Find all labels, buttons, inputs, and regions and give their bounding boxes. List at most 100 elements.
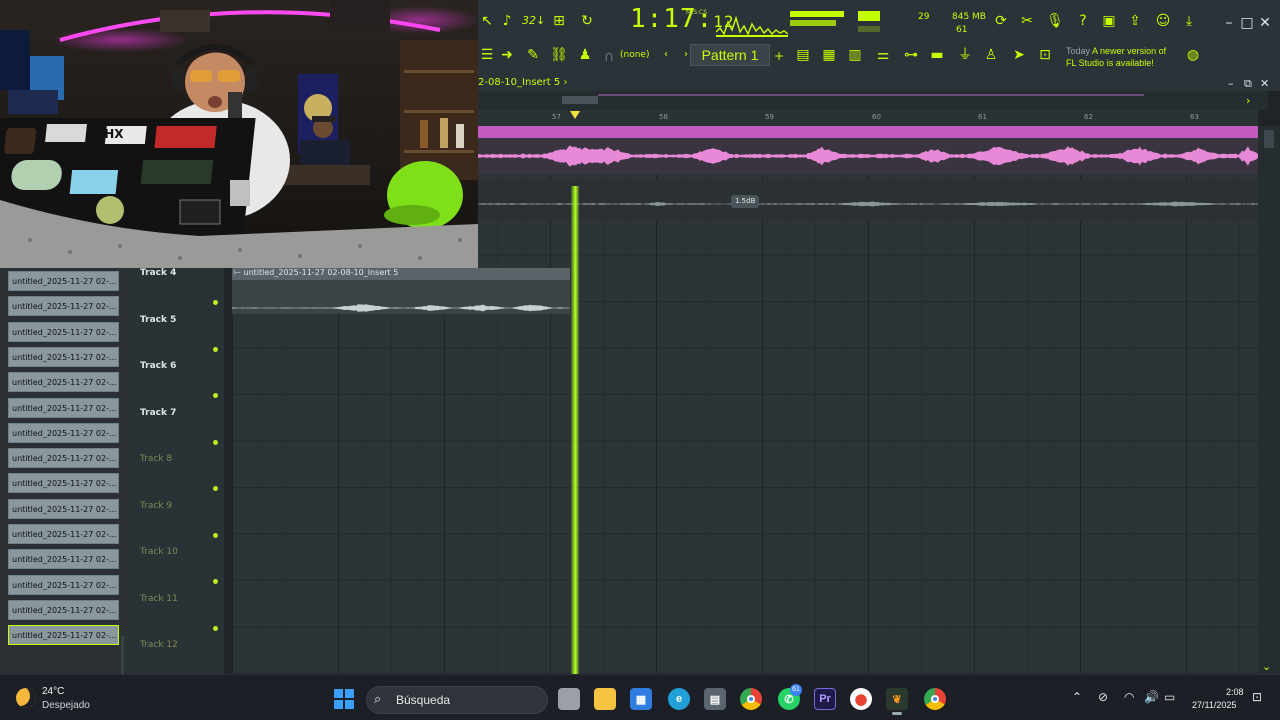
add-pattern-icon[interactable]: + — [774, 49, 784, 63]
pattern-list-item[interactable]: untitled_2025-11-27 02-... — [8, 448, 119, 469]
task-view-icon[interactable] — [558, 688, 580, 710]
pattern-list-item[interactable]: untitled_2025-11-27 02-... — [8, 574, 119, 595]
pattern-list-item[interactable]: untitled_2025-11-27 02-... — [8, 271, 119, 291]
track-header[interactable]: Track 4 — [124, 266, 224, 313]
track-enable-led[interactable] — [213, 439, 218, 445]
save-icon[interactable]: ▣ — [1100, 12, 1118, 30]
download-icon[interactable]: ⤓ — [1180, 12, 1198, 30]
pattern-list-item[interactable]: untitled_2025-11-27 02-... — [8, 549, 119, 570]
track-name[interactable]: Track 11 — [140, 594, 178, 604]
track-header[interactable]: Track 5 — [124, 313, 224, 360]
track-enable-led[interactable] — [213, 346, 218, 352]
stamp-icon[interactable]: ♟ — [576, 46, 594, 64]
wifi-icon[interactable]: ◠ — [1124, 690, 1134, 704]
tempo-display[interactable]: 32↓ — [522, 14, 545, 27]
link-icon[interactable]: ⛓ — [550, 46, 568, 64]
piano-roll-icon[interactable]: ▦ — [820, 46, 838, 64]
horizontal-scrollbar[interactable] — [478, 91, 1268, 110]
track-enable-led[interactable] — [213, 532, 218, 538]
clock-date[interactable]: 27/11/2025 — [1192, 700, 1236, 710]
track-header[interactable]: Track 6 — [124, 359, 224, 406]
help-icon[interactable]: ? — [1074, 12, 1092, 30]
news-panel[interactable]: Today A newer version of FL Studio is av… — [1066, 45, 1166, 69]
track-name[interactable]: Track 4 — [140, 268, 176, 278]
maps-icon[interactable]: ⬤ — [850, 688, 872, 710]
master-volume-bar[interactable] — [790, 11, 844, 17]
track-enable-led[interactable] — [213, 625, 218, 631]
pattern-selector[interactable]: Pattern 1 — [690, 44, 770, 66]
track-name[interactable]: Track 12 — [140, 640, 178, 650]
scroll-thumb[interactable] — [562, 96, 598, 104]
search-placeholder[interactable]: Búsqueda — [396, 693, 450, 707]
chrome-profile-icon[interactable] — [924, 688, 946, 710]
track-header[interactable]: Track 7 — [124, 406, 224, 453]
tray-chevron-icon[interactable]: ⌃ — [1072, 690, 1082, 704]
pattern-list-item[interactable]: untitled_2025-11-27 02-... — [8, 321, 119, 342]
track-enable-led[interactable] — [213, 486, 218, 491]
playlist-restore-icon[interactable]: ⧉ — [1244, 77, 1252, 91]
export-icon[interactable]: ⇪ — [1126, 12, 1144, 30]
master-pitch-bar[interactable] — [790, 20, 836, 26]
close-icon[interactable]: ✕ — [1256, 14, 1274, 32]
globe-icon[interactable]: ◍ — [1184, 46, 1202, 64]
chrome-icon[interactable] — [740, 688, 762, 710]
battery-icon[interactable]: ▭ — [1164, 690, 1175, 704]
track-enable-led[interactable] — [213, 579, 218, 584]
track-name[interactable]: Track 9 — [140, 501, 172, 511]
pattern-list-item[interactable]: untitled_2025-11-27 02-... — [8, 473, 119, 494]
mixer-icon[interactable]: ⚌ — [874, 46, 892, 64]
track-enable-led[interactable] — [213, 393, 218, 398]
clock-time[interactable]: 2:08 — [1226, 687, 1244, 697]
pattern-list-item[interactable]: untitled_2025-11-27 02-... — [8, 498, 119, 519]
send-icon[interactable]: ➤ — [1010, 46, 1028, 64]
channel-rack-icon[interactable]: ▥ — [846, 46, 864, 64]
playhead-marker[interactable] — [570, 111, 580, 119]
time-ruler[interactable]: 57 58 59 60 61 62 63 — [478, 110, 1258, 126]
loop-record-icon[interactable]: ↻ — [578, 12, 596, 30]
paint-icon[interactable]: ✎ — [524, 46, 542, 64]
vertical-scroll-down-icon[interactable]: ⌄ — [1262, 660, 1271, 673]
file-icon[interactable]: ▬ — [928, 46, 946, 64]
pattern-list-item[interactable]: untitled_2025-11-27 02-... — [8, 599, 119, 620]
pattern-list-item[interactable]: untitled_2025-11-27 02-... — [8, 397, 119, 418]
track-name[interactable]: Track 7 — [140, 408, 176, 418]
file-explorer-icon[interactable] — [594, 688, 616, 710]
pattern-list-item[interactable]: untitled_2025-11-27 02-... — [8, 372, 119, 393]
track-header[interactable]: Track 8 — [124, 452, 224, 499]
cursor-icon[interactable]: ↖ — [478, 12, 496, 30]
vertical-scroll-thumb[interactable] — [1264, 130, 1274, 148]
track-header[interactable]: Track 9 — [124, 499, 224, 546]
track-name[interactable]: Track 6 — [140, 361, 176, 371]
snipping-icon[interactable]: ▤ — [704, 688, 726, 710]
pattern-list-item[interactable]: untitled_2025-11-27 02-... — [8, 524, 119, 544]
weather-moon-icon[interactable] — [16, 688, 36, 708]
fl-studio-icon[interactable]: ❦ — [886, 688, 908, 710]
person-icon[interactable]: ♙ — [982, 46, 1000, 64]
playlist-close-icon[interactable]: ✕ — [1260, 77, 1269, 90]
audio-clip-insert5[interactable] — [478, 126, 1258, 174]
weather-condition[interactable]: Despejado — [42, 700, 90, 711]
snap-select[interactable]: (none) — [620, 50, 649, 60]
notifications-muted-icon[interactable]: ⊘ — [1098, 690, 1108, 704]
taskbar-search[interactable] — [366, 686, 548, 714]
step-edit-icon[interactable]: ⊞ — [550, 12, 568, 30]
cut-icon[interactable]: ✂ — [1018, 12, 1036, 30]
premiere-icon[interactable]: Pr — [814, 688, 836, 710]
chat-icon[interactable]: ☺ — [1154, 12, 1172, 30]
track-name[interactable]: Track 10 — [140, 547, 178, 557]
track-header[interactable]: Track 11 — [124, 592, 224, 639]
maximize-icon[interactable]: □ — [1238, 14, 1256, 32]
arrow-icon[interactable]: ➜ — [498, 46, 516, 64]
metronome-icon[interactable]: ⟳ — [992, 12, 1010, 30]
store-icon[interactable]: ▦ — [630, 688, 652, 710]
plugin-icon[interactable]: ⏚ — [956, 46, 974, 64]
playlist-icon[interactable]: ▤ — [794, 46, 812, 64]
pattern-list-item[interactable]: untitled_2025-11-27 02-... — [8, 422, 119, 443]
start-windows-icon[interactable] — [334, 689, 354, 709]
tempo-tap-icon[interactable]: ♪ — [496, 12, 518, 30]
edge-icon[interactable]: e — [668, 688, 690, 710]
playhead-line[interactable] — [571, 186, 579, 674]
track-enable-led[interactable] — [213, 300, 218, 305]
vertical-scrollbar[interactable] — [1258, 126, 1280, 674]
snap-icon[interactable]: ∩ — [600, 48, 618, 66]
